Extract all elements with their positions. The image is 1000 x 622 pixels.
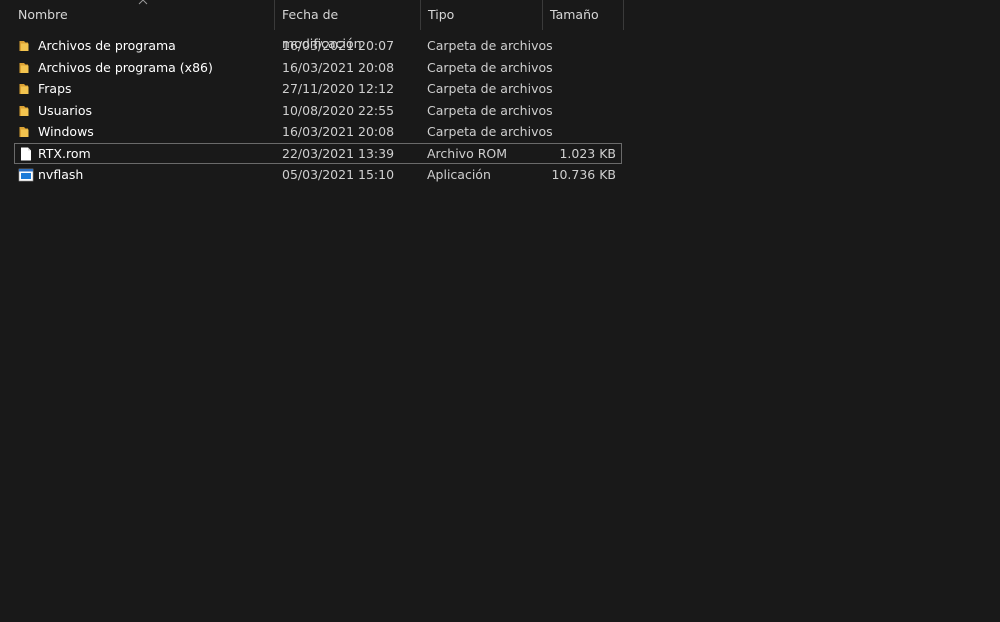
folder-icon xyxy=(19,127,29,137)
file-list: Archivos de programa 16/03/2021 20:07 Ca… xyxy=(0,35,1000,186)
file-date: 16/03/2021 20:07 xyxy=(282,38,395,53)
file-type: Carpeta de archivos xyxy=(427,102,553,118)
file-date: 22/03/2021 13:39 xyxy=(282,145,395,161)
column-header-type[interactable]: Tipo xyxy=(421,0,542,30)
column-divider[interactable] xyxy=(623,0,624,30)
folder-icon xyxy=(19,62,29,73)
file-type: Carpeta de archivos xyxy=(427,59,553,75)
file-date: 05/03/2021 15:10 xyxy=(282,167,395,182)
file-type: Aplicación xyxy=(427,167,491,182)
file-date: 10/08/2020 22:55 xyxy=(282,102,395,118)
file-row[interactable]: RTX.rom 22/03/2021 13:39 Archivo ROM 1.0… xyxy=(14,142,622,164)
file-type: Carpeta de archivos xyxy=(427,81,553,96)
file-type: Archivo ROM xyxy=(427,145,508,161)
file-row[interactable]: Usuarios 10/08/2020 22:55 Carpeta de arc… xyxy=(14,100,622,122)
file-row[interactable]: Windows 16/03/2021 20:08 Carpeta de arch… xyxy=(14,121,622,143)
column-header-date[interactable]: Fecha de modificación xyxy=(275,0,420,51)
file-size: 10.736 KB xyxy=(551,167,616,182)
folder-icon xyxy=(19,84,29,94)
file-name: Archivos de programa (x86) xyxy=(38,59,213,75)
file-name: Archivos de programa xyxy=(38,38,176,53)
file-date: 16/03/2021 20:08 xyxy=(282,59,395,75)
file-type: Carpeta de archivos xyxy=(427,38,553,53)
column-header-size[interactable]: Tamaño xyxy=(543,0,623,30)
application-icon xyxy=(18,168,34,182)
file-name: Windows xyxy=(38,124,94,139)
folder-icon xyxy=(19,41,29,51)
folder-icon xyxy=(19,105,29,116)
column-header-name[interactable]: Nombre xyxy=(11,0,274,30)
file-name: Fraps xyxy=(38,81,72,96)
file-date: 27/11/2020 12:12 xyxy=(282,81,395,96)
file-row[interactable]: Archivos de programa (x86) 16/03/2021 20… xyxy=(14,57,622,79)
file-row[interactable]: nvflash 05/03/2021 15:10 Aplicación 10.7… xyxy=(14,164,622,186)
file-row[interactable]: Fraps 27/11/2020 12:12 Carpeta de archiv… xyxy=(14,78,622,100)
file-size: 1.023 KB xyxy=(559,145,616,161)
file-icon xyxy=(21,147,31,160)
file-name: nvflash xyxy=(38,167,84,182)
file-name: RTX.rom xyxy=(38,145,91,161)
column-header-bar: Nombre Fecha de modificación Tipo Tamaño xyxy=(0,0,1000,51)
file-explorer-view: Nombre Fecha de modificación Tipo Tamaño… xyxy=(0,0,1000,622)
file-name: Usuarios xyxy=(38,102,93,118)
file-row[interactable]: Archivos de programa 16/03/2021 20:07 Ca… xyxy=(14,35,622,57)
file-type: Carpeta de archivos xyxy=(427,124,553,139)
file-date: 16/03/2021 20:08 xyxy=(282,124,395,139)
